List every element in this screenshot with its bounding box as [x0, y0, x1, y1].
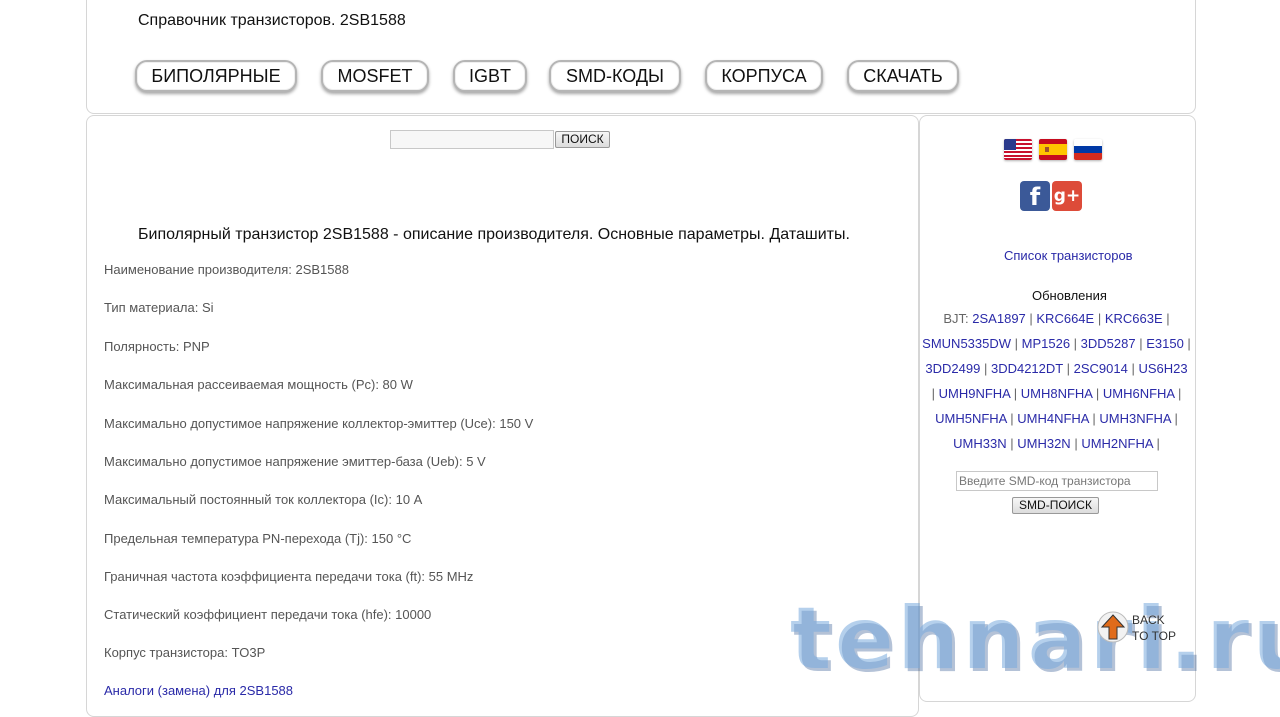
update-link[interactable]: SMUN5335DW — [922, 336, 1011, 351]
update-link[interactable]: UMH9NFHA — [939, 386, 1011, 401]
updates-line-5: UMH5NFHA | UMH4NFHA | UMH3NFHA | — [935, 411, 1178, 426]
analogs-link[interactable]: Аналоги (замена) для 2SB1588 — [104, 683, 293, 698]
site-title: Справочник транзисторов. 2SB1588 — [138, 12, 406, 29]
param-tj: Предельная температура PN-перехода (Tj):… — [104, 531, 412, 546]
nav-bipolar-button[interactable]: БИПОЛЯРНЫЕ — [135, 60, 297, 92]
update-link[interactable]: UMH6NFHA — [1103, 386, 1175, 401]
back-label: BACK — [1132, 613, 1165, 627]
update-link[interactable]: 2SA1897 — [972, 311, 1026, 326]
update-link[interactable]: UMH8NFHA — [1021, 386, 1093, 401]
smd-search-button[interactable]: SMD-ПОИСК — [1012, 497, 1099, 514]
nav-download-button[interactable]: СКАЧАТЬ — [847, 60, 959, 92]
param-manufacturer-name: Наименование производителя: 2SB1588 — [104, 262, 349, 277]
update-link[interactable]: UMH32N — [1017, 436, 1070, 451]
update-link[interactable]: US6H23 — [1138, 361, 1187, 376]
watermark-logo: tehnari.ru — [790, 589, 1280, 689]
param-ft: Граничная частота коэффициента передачи … — [104, 569, 474, 584]
nav-smd-codes-button[interactable]: SMD-КОДЫ — [549, 60, 681, 92]
updates-line-4: | UMH9NFHA | UMH8NFHA | UMH6NFHA | — [931, 386, 1182, 401]
updates-line-2: SMUN5335DW | MP1526 | 3DD5287 | E3150 | — [922, 336, 1191, 351]
updates-title: Обновления — [1032, 288, 1107, 303]
update-link[interactable]: UMH2NFHA — [1081, 436, 1153, 451]
update-link[interactable]: UMH3NFHA — [1099, 411, 1171, 426]
update-link[interactable]: E3150 — [1146, 336, 1184, 351]
smd-code-input[interactable] — [956, 471, 1158, 491]
search-button[interactable]: ПОИСК — [555, 131, 610, 148]
param-power: Максимальная рассеиваемая мощность (Pc):… — [104, 377, 413, 392]
param-material: Тип материала: Si — [104, 300, 214, 315]
updates-line-1: BJT: 2SA1897 | KRC664E | KRC663E | — [943, 311, 1170, 326]
update-link[interactable]: UMH4NFHA — [1017, 411, 1089, 426]
facebook-icon[interactable]: f — [1020, 181, 1050, 211]
nav-igbt-button[interactable]: IGBT — [453, 60, 527, 92]
update-link[interactable]: 3DD2499 — [925, 361, 980, 376]
update-link[interactable]: UMH5NFHA — [935, 411, 1007, 426]
search-input[interactable] — [390, 130, 554, 149]
param-ic: Максимальный постоянный ток коллектора (… — [104, 492, 423, 507]
param-hfe: Статический коэффициент передачи тока (h… — [104, 607, 432, 622]
google-plus-icon[interactable]: g+ — [1052, 181, 1082, 211]
param-package: Корпус транзистора: TO3P — [104, 645, 266, 660]
updates-line-6: UMH33N | UMH32N | UMH2NFHA | — [953, 436, 1160, 451]
back-to-top-button[interactable]: BACK TO TOP — [1096, 610, 1176, 660]
to-top-label: TO TOP — [1132, 629, 1177, 643]
page-heading: Биполярный транзистор 2SB1588 - описание… — [138, 226, 850, 243]
update-link[interactable]: 3DD4212DT — [991, 361, 1063, 376]
update-link[interactable]: KRC663E — [1105, 311, 1163, 326]
update-link[interactable]: KRC664E — [1036, 311, 1094, 326]
update-link[interactable]: UMH33N — [953, 436, 1006, 451]
param-polarity: Полярность: PNP — [104, 339, 210, 354]
param-ueb: Максимально допустимое напряжение эмитте… — [104, 454, 486, 469]
nav-packages-button[interactable]: КОРПУСА — [705, 60, 823, 92]
param-uce: Максимально допустимое напряжение коллек… — [104, 416, 534, 431]
nav-mosfet-button[interactable]: MOSFET — [321, 60, 429, 92]
spain-flag-icon[interactable] — [1039, 139, 1067, 160]
russia-flag-icon[interactable] — [1074, 139, 1102, 160]
update-link[interactable]: 2SC9014 — [1074, 361, 1128, 376]
update-link[interactable]: 3DD5287 — [1081, 336, 1136, 351]
arrow-up-icon — [1097, 611, 1129, 643]
us-flag-icon[interactable] — [1004, 139, 1032, 160]
update-link[interactable]: MP1526 — [1022, 336, 1070, 351]
back-to-top-label: BACK TO TOP — [1132, 612, 1176, 644]
updates-prefix: BJT: — [943, 311, 973, 326]
transistor-list-link[interactable]: Список транзисторов — [1004, 248, 1133, 263]
updates-line-3: 3DD2499 | 3DD4212DT | 2SC9014 | US6H23 — [925, 361, 1188, 376]
